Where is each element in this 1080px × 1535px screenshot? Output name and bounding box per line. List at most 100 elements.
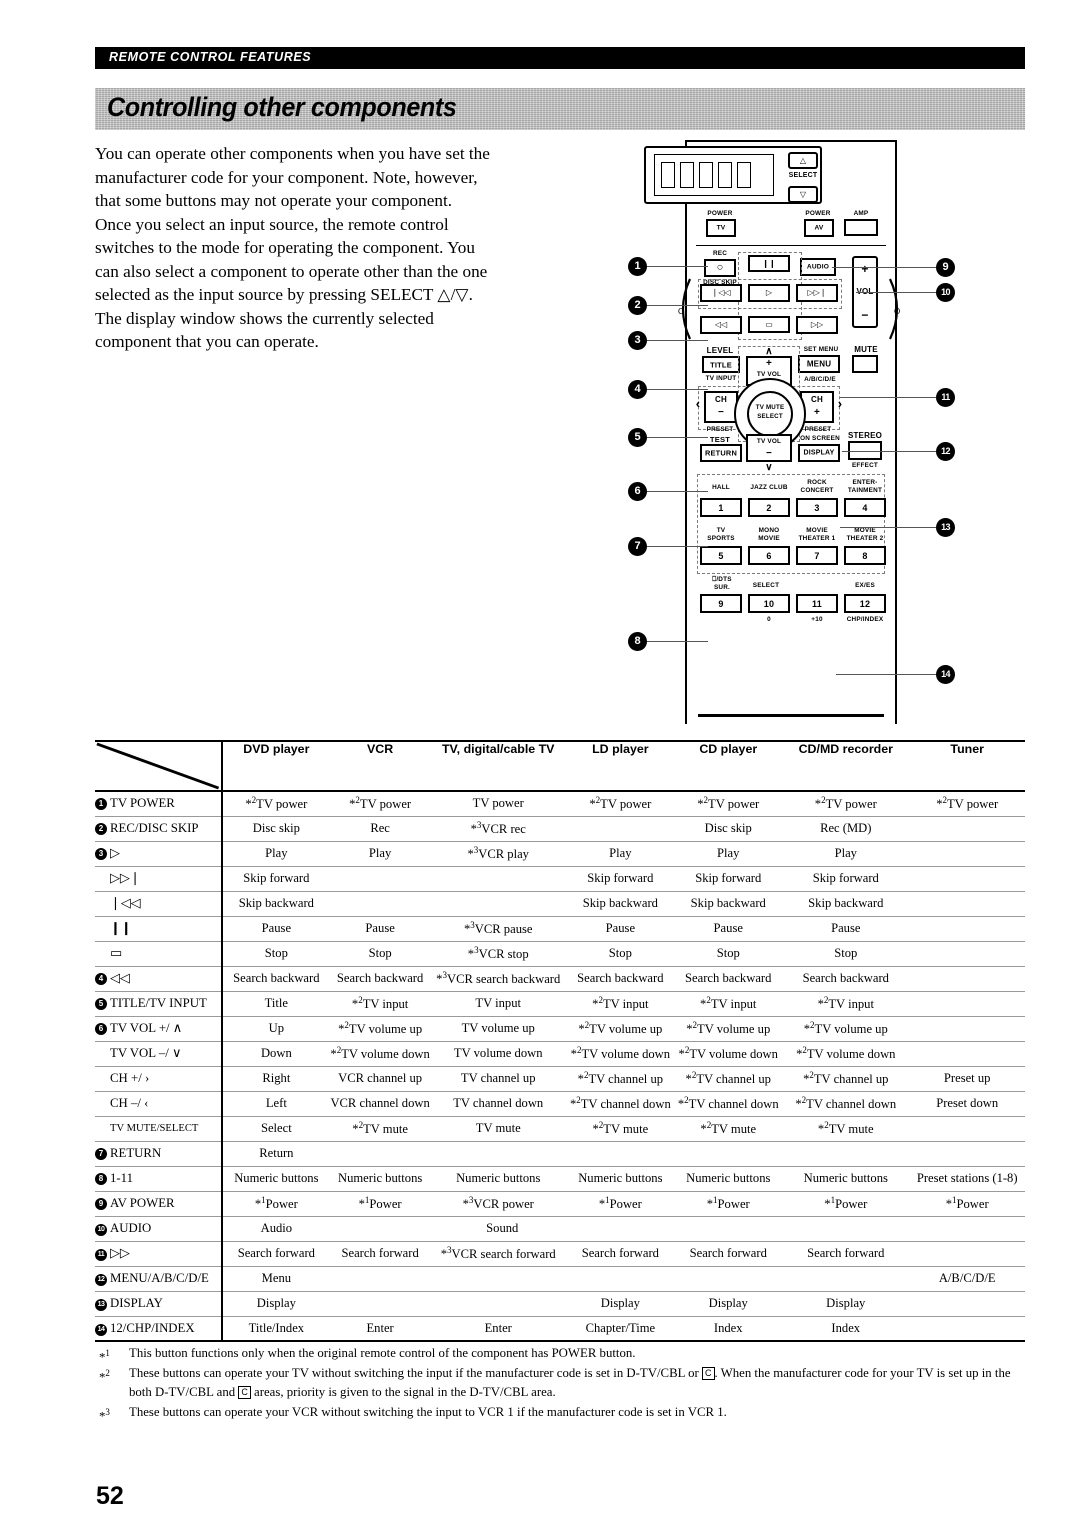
display-button[interactable]: DISPLAY (798, 444, 840, 462)
table-cell: Return (220, 1141, 331, 1167)
table-column-header: TV, digital/cable TV (430, 740, 567, 792)
svg-text:O: O (678, 307, 684, 316)
dsp-button-1[interactable]: 1 (700, 498, 742, 517)
dsp-button-3[interactable]: 3 (796, 498, 838, 517)
select-label: SELECT (788, 172, 818, 179)
table-row: 4 ◁◁ Search backward Search backward *3VCR s… (95, 966, 1025, 992)
table-cell: *2TV input (674, 991, 783, 1017)
table-cell: Pause (782, 916, 910, 942)
dsp-label-3: CONCERT (800, 487, 834, 494)
table-cell: Search forward (782, 1241, 910, 1267)
table-cell: A/B/C/D/E (909, 1266, 1025, 1292)
dsp-button-11[interactable]: 11 (796, 594, 838, 613)
table-cell: Skip backward (674, 891, 783, 917)
dsp-button-5[interactable]: 5 (700, 546, 742, 565)
dsp-button-7[interactable]: 7 (796, 546, 838, 565)
tv-mute-select-line2: SELECT (757, 413, 783, 420)
table-cell: Select (220, 1116, 331, 1142)
pause-button[interactable]: ❙❙ (748, 255, 790, 272)
table-cell: *2TV volume down (330, 1041, 431, 1067)
callout-leader-6 (646, 491, 708, 492)
return-button-label: RETURN (705, 448, 737, 458)
callout-5: 5 (628, 428, 647, 447)
dsp-label-6: MONO (758, 527, 780, 534)
table-cell (330, 1291, 431, 1317)
audio-button[interactable]: AUDIO (800, 258, 836, 276)
table-cell (566, 816, 675, 842)
button-function-table: DVD player VCR TV, digital/cable TV LD play… (95, 740, 1025, 1342)
dsp-label-8: MOVIE (854, 527, 876, 534)
table-cell: *3VCR play (430, 841, 567, 867)
skip-forward-button[interactable]: ▷▷❘ (796, 284, 838, 302)
dsp-button-9[interactable]: 9 (700, 594, 742, 613)
table-column-header: Tuner (909, 740, 1025, 792)
table-cell: Right (220, 1066, 331, 1092)
table-cell (430, 1266, 567, 1292)
table-row: TV MUTE/SELECT Select *2TV mute TV mute *2TV… (95, 1116, 1025, 1142)
dsp-label-5: TV (716, 527, 726, 534)
amp-button[interactable] (844, 219, 878, 236)
return-button[interactable]: RETURN (700, 444, 742, 462)
table-cell: Skip forward (782, 866, 910, 892)
dsp-button-6[interactable]: 6 (748, 546, 790, 565)
mute-button[interactable] (852, 355, 878, 373)
row-label-text: TV MUTE/SELECT (110, 1123, 199, 1134)
title-tv-input-button[interactable]: TITLE (702, 356, 740, 373)
av-power-button[interactable]: AV (804, 219, 834, 237)
rec-disc-skip-button[interactable]: ○ (704, 259, 736, 277)
callout-3: 3 (628, 331, 647, 350)
skip-backward-icon: ❘◁◁ (711, 288, 731, 297)
stop-button[interactable]: ▭ (748, 316, 790, 333)
dsp-button-10[interactable]: 10 (748, 594, 790, 613)
dsp-button-8[interactable]: 8 (844, 546, 886, 565)
table-row-label: ❘◁◁ (95, 891, 222, 917)
display-segment-5 (737, 162, 751, 188)
table-cell: Play (674, 841, 783, 867)
dsp-label-6: MOVIE (758, 535, 780, 542)
callout-leader-10 (856, 292, 936, 293)
select-down-button[interactable]: ▽ (788, 186, 818, 203)
dsp-label-4: ENTER- (852, 479, 878, 486)
dsp-label-5: SPORTS (707, 535, 735, 542)
dsp-button-12[interactable]: 12 (844, 594, 886, 613)
dsp-label-8: THEATER 2 (846, 535, 884, 542)
table-row-label: 6 TV VOL +/ ∧ (95, 1016, 222, 1042)
display-segment-4 (718, 162, 732, 188)
right-side-bump: O (889, 278, 900, 340)
intro-line: You can operate other components when yo… (95, 144, 490, 163)
caret-down-icon: ∨ (765, 462, 773, 473)
menu-button[interactable]: MENU (798, 355, 840, 373)
footnote: *1 This button functions only when the or… (95, 1344, 1030, 1364)
select-up-button[interactable]: △ (788, 152, 818, 169)
intro-line: The display window shows the currently s… (95, 308, 434, 328)
play-button[interactable]: ▷ (748, 284, 790, 302)
row-callout-badge: 3 (95, 848, 107, 860)
table-cell: *1Power (566, 1191, 675, 1217)
table-cell (430, 1141, 567, 1167)
row-label-text: ◁◁ (110, 971, 130, 985)
right-caret-icon: › (837, 396, 843, 411)
table-cell: TV mute (430, 1116, 567, 1142)
callout-leader-1 (646, 266, 708, 267)
table-row: 5 TITLE/TV INPUT Title *2TV input TV input *2… (95, 991, 1025, 1017)
table-cell: Pause (566, 916, 675, 942)
tv-power-button-label: TV (716, 224, 726, 232)
row-label-text: DISPLAY (110, 1296, 163, 1310)
table-row-label: 14 12/CHP/INDEX (95, 1316, 222, 1342)
dsp-button-2[interactable]: 2 (748, 498, 790, 517)
display-button-label: DISPLAY (803, 449, 835, 457)
tv-power-button[interactable]: TV (706, 219, 736, 237)
table-cell: *2TV mute (782, 1116, 910, 1142)
skip-backward-button[interactable]: ❘◁◁ (700, 284, 742, 302)
pause-icon: ❙❙ (762, 258, 776, 268)
table-cell: Title/Index (220, 1316, 331, 1342)
dsp-button-4[interactable]: 4 (844, 498, 886, 517)
table-cell: Disc skip (220, 816, 331, 842)
display-segment-3 (699, 162, 713, 188)
row-label-text: CH –/ ‹ (110, 1096, 149, 1110)
search-backward-button[interactable]: ◁◁ (700, 316, 742, 334)
tv-vol-down-minus: − (765, 448, 773, 459)
callout-14: 14 (936, 665, 955, 684)
search-forward-button[interactable]: ▷▷ (796, 316, 838, 334)
table-cell: *3VCR rec (430, 816, 567, 842)
